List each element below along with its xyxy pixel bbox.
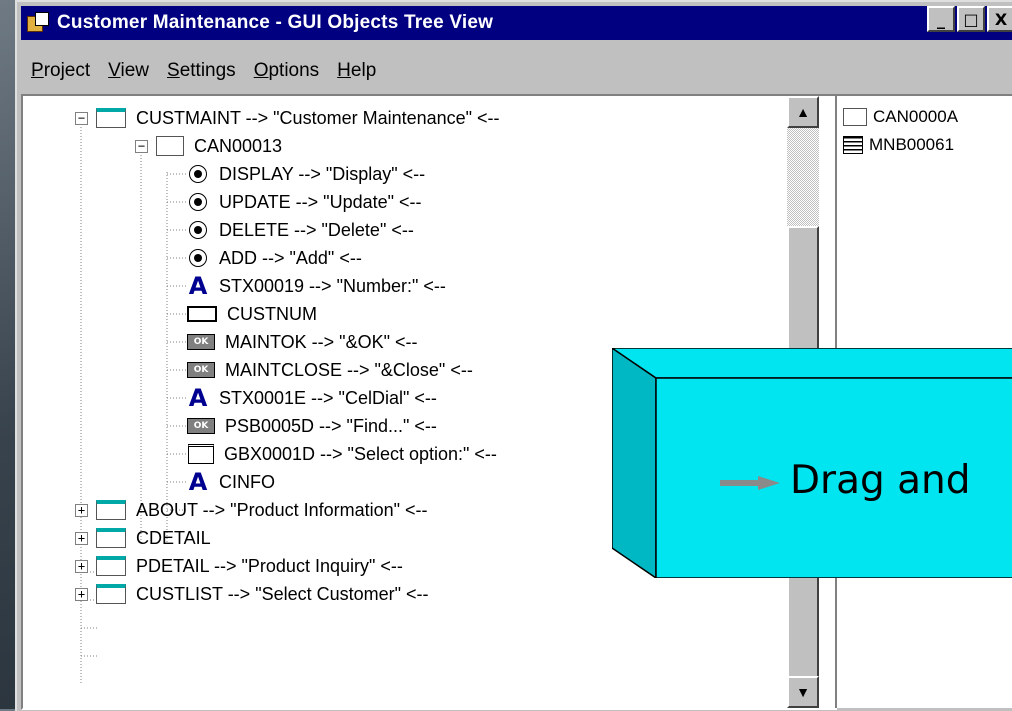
expand-icon[interactable]: + — [75, 587, 88, 601]
push-button-icon: OK — [187, 362, 215, 378]
window-icon — [96, 108, 126, 128]
list-item-can0000a[interactable]: CAN0000A — [843, 104, 958, 130]
list-item-mnb00061[interactable]: MNB00061 — [843, 132, 954, 158]
radio-button-icon — [189, 193, 207, 211]
window-title: Customer Maintenance - GUI Objects Tree … — [57, 12, 494, 33]
tree-node-delete[interactable]: DELETE --> "Delete" <-- — [189, 216, 414, 244]
tree-node-custnum[interactable]: CUSTNUM — [187, 300, 317, 328]
tree-node-label: CAN00013 — [194, 135, 283, 156]
expand-icon[interactable]: + — [75, 503, 88, 517]
tree-node-label: CINFO — [219, 471, 275, 492]
menu-bar-icon — [843, 136, 863, 154]
tree-node-psb0005d[interactable]: OK PSB0005D --> "Find..." <-- — [187, 412, 437, 440]
scroll-down-button[interactable]: ▼ — [787, 676, 819, 708]
tree-node-pdetail[interactable]: + PDETAIL --> "Product Inquiry" <-- — [75, 552, 403, 580]
push-button-icon: OK — [187, 334, 215, 350]
tree-node-gbx0001d[interactable]: GBX0001D --> "Select option:" <-- — [188, 440, 497, 468]
menu-project[interactable]: Project — [31, 60, 90, 90]
drag-and-drop-callout: Drag and — [612, 348, 1012, 578]
menu-view[interactable]: View — [108, 60, 149, 90]
menu-options[interactable]: Options — [254, 60, 319, 90]
container-icon — [156, 136, 184, 156]
tree-node-label: GBX0001D --> "Select option:" <-- — [224, 443, 497, 464]
static-text-icon: A — [188, 468, 208, 496]
tree-node-maintclose[interactable]: OK MAINTCLOSE --> "&Close" <-- — [187, 356, 473, 384]
radio-button-icon — [189, 249, 207, 267]
menu-settings[interactable]: Settings — [167, 60, 236, 90]
tree-node-cdetail[interactable]: + CDETAIL — [75, 524, 211, 552]
tree-node-update[interactable]: UPDATE --> "Update" <-- — [189, 188, 422, 216]
tree-node-custlist[interactable]: + CUSTLIST --> "Select Customer" <-- — [75, 580, 429, 608]
tree-node-label: CUSTLIST --> "Select Customer" <-- — [136, 583, 429, 604]
window-icon — [96, 556, 126, 576]
right-arrow-icon — [720, 476, 780, 490]
expand-icon[interactable]: + — [75, 559, 88, 573]
tree-node-stx00019[interactable]: A STX00019 --> "Number:" <-- — [185, 272, 446, 300]
menu-help[interactable]: Help — [337, 60, 376, 90]
tree-node-label: ADD --> "Add" <-- — [219, 247, 362, 268]
radio-button-icon — [189, 165, 207, 183]
tree-node-label: STX00019 --> "Number:" <-- — [219, 275, 446, 296]
tree-node-label: ABOUT --> "Product Information" <-- — [136, 499, 428, 520]
tree-node-label: CUSTNUM — [227, 303, 317, 324]
close-button[interactable]: X — [987, 6, 1012, 32]
radio-button-icon — [189, 221, 207, 239]
window-icon — [96, 500, 126, 520]
expand-icon[interactable]: + — [75, 531, 88, 545]
tree-node-label: DELETE --> "Delete" <-- — [219, 219, 414, 240]
tree-node-maintok[interactable]: OK MAINTOK --> "&OK" <-- — [187, 328, 417, 356]
container-icon — [843, 108, 867, 126]
app-icon[interactable] — [27, 12, 49, 34]
tree-node-label: MAINTOK --> "&OK" <-- — [225, 331, 418, 352]
tree-node-cinfo[interactable]: A CINFO — [185, 468, 275, 496]
static-text-icon: A — [188, 384, 208, 412]
window-icon — [96, 584, 126, 604]
tree-node-label: CDETAIL — [136, 527, 211, 548]
tree-node-label: CUSTMAINT --> "Customer Maintenance" <-- — [136, 107, 500, 128]
tree-node-label: MAINTCLOSE --> "&Close" <-- — [225, 359, 473, 380]
tree-node-can00013[interactable]: − CAN00013 — [135, 132, 282, 160]
group-box-icon — [188, 444, 214, 464]
collapse-icon[interactable]: − — [75, 111, 88, 125]
push-button-icon: OK — [187, 418, 215, 434]
tree-node-label: STX0001E --> "CelDial" <-- — [219, 387, 437, 408]
title-bar[interactable]: Customer Maintenance - GUI Objects Tree … — [21, 6, 1012, 40]
tree-node-label: PDETAIL --> "Product Inquiry" <-- — [136, 555, 403, 576]
tree-node-custmaint[interactable]: − CUSTMAINT --> "Customer Maintenance" <… — [75, 104, 500, 132]
window-controls: _ □ X — [927, 6, 1012, 32]
scroll-up-button[interactable]: ▲ — [787, 96, 819, 128]
tree-node-add[interactable]: ADD --> "Add" <-- — [189, 244, 362, 272]
collapse-icon[interactable]: − — [135, 139, 148, 153]
maximize-button[interactable]: □ — [957, 6, 985, 32]
window-icon — [96, 528, 126, 548]
static-text-icon: A — [188, 272, 208, 300]
minimize-button[interactable]: _ — [927, 6, 955, 32]
tree-node-label: UPDATE --> "Update" <-- — [219, 191, 422, 212]
menu-bar: Project View Settings Options Help — [31, 60, 376, 90]
tree-node-stx0001e[interactable]: A STX0001E --> "CelDial" <-- — [185, 384, 437, 412]
tree-node-display[interactable]: DISPLAY --> "Display" <-- — [189, 160, 425, 188]
tree-node-about[interactable]: + ABOUT --> "Product Information" <-- — [75, 496, 428, 524]
tree-node-label: DISPLAY --> "Display" <-- — [219, 163, 426, 184]
edit-field-icon — [187, 306, 217, 322]
tree-node-label: PSB0005D --> "Find..." <-- — [225, 415, 437, 436]
list-item-label: CAN0000A — [873, 107, 959, 126]
callout-text: Drag and — [790, 458, 971, 503]
list-item-label: MNB00061 — [869, 135, 955, 154]
